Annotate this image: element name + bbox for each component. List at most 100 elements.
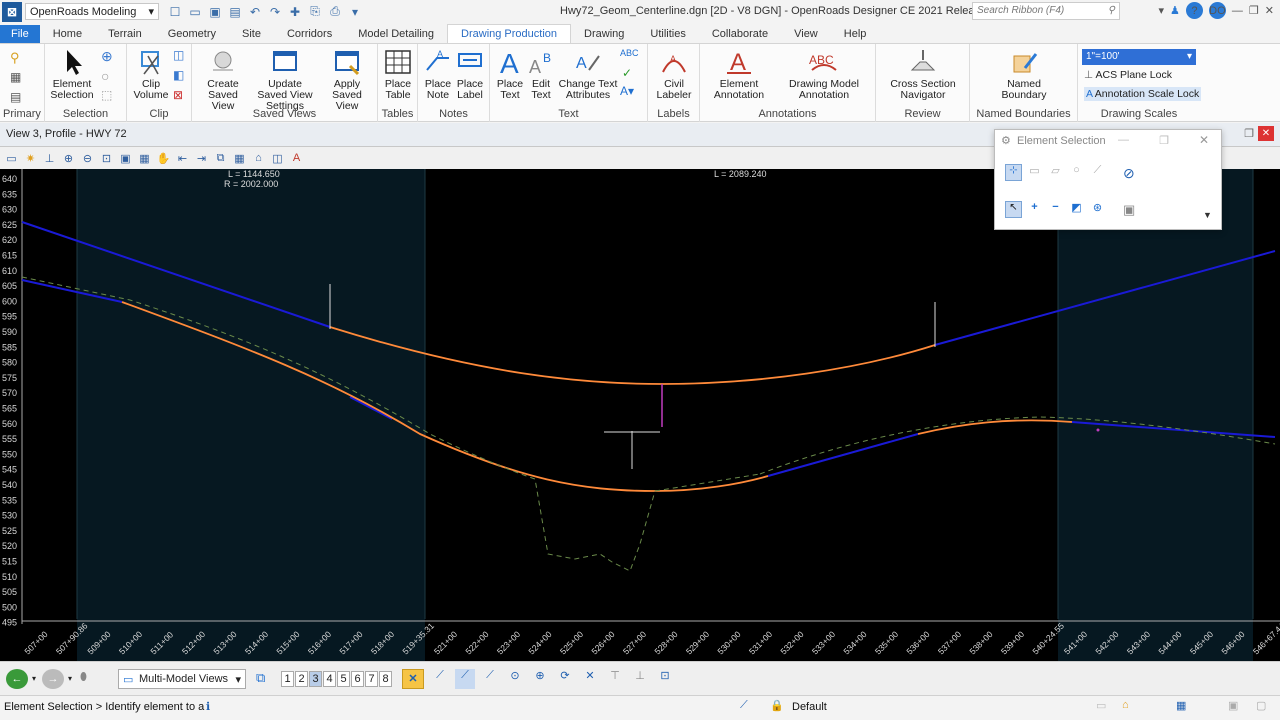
zoom-out-icon[interactable]: ⊖ — [79, 150, 96, 167]
customize-qat-icon[interactable]: ▾ — [347, 4, 363, 20]
view-attributes-icon[interactable]: ▭ — [3, 150, 20, 167]
annotation-scale-lock-toggle[interactable]: A Annotation Scale Lock — [1084, 87, 1202, 101]
close-icon[interactable]: ✕ — [1265, 4, 1274, 17]
zoom-in-icon[interactable]: ⊕ — [60, 150, 77, 167]
text-style-view-icon[interactable]: A — [288, 150, 305, 167]
next-view-icon[interactable]: ⇥ — [193, 150, 210, 167]
minimize-icon[interactable]: — — [1118, 134, 1129, 146]
explorer-icon[interactable]: ⚲ — [10, 50, 20, 66]
view-button-3[interactable]: 3 — [309, 671, 322, 687]
message-center-icon[interactable]: ℹ — [206, 700, 210, 713]
spell-check-icon[interactable]: ABC — [620, 48, 639, 58]
workspace-dropdown[interactable]: OpenRoads Modeling ▾ — [25, 3, 159, 20]
update-saved-view-button[interactable]: Update Saved View Settings — [252, 48, 318, 112]
perpendicular-snap-icon[interactable]: ⊥ — [630, 669, 650, 689]
drawing-scale-select[interactable]: 1"=100' ▾ — [1082, 49, 1196, 65]
print-icon[interactable]: ⎙ — [327, 4, 343, 20]
tab-help[interactable]: Help — [831, 25, 880, 43]
create-saved-view-button[interactable]: Create Saved View — [196, 48, 250, 112]
chevron-down-icon[interactable]: ▾ — [68, 674, 72, 683]
view-button-6[interactable]: 6 — [351, 671, 364, 687]
view-restore-icon[interactable]: ❐ — [1244, 127, 1254, 140]
options-icon[interactable]: ▣ — [1123, 202, 1135, 218]
tab-utilities[interactable]: Utilities — [637, 25, 698, 43]
select-all-icon[interactable]: ⊕ — [101, 48, 113, 65]
clear-selection-icon[interactable]: ⊘ — [1123, 165, 1135, 182]
rotate-view-icon[interactable]: ▦ — [136, 150, 153, 167]
view-button-7[interactable]: 7 — [365, 671, 378, 687]
ribbon-search-input[interactable]: Search Ribbon (F4) ⚲ — [972, 2, 1120, 20]
lock-icon[interactable]: 🔒 — [770, 699, 784, 712]
text-style-icon[interactable]: A▾ — [620, 84, 634, 98]
line-method-icon[interactable]: ⟋ — [1089, 164, 1106, 181]
view-close-icon[interactable]: ✕ — [1258, 126, 1274, 141]
notifications-icon[interactable]: ♟ — [1170, 4, 1180, 17]
active-level[interactable]: Default — [792, 701, 827, 713]
element-selection-button[interactable]: Element Selection — [49, 48, 95, 101]
change-text-attributes-button[interactable]: A Change Text Attributes — [558, 48, 618, 101]
save-status-icon[interactable]: ▣ — [1228, 699, 1238, 712]
open-folder-icon[interactable]: ▭ — [187, 4, 203, 20]
view-button-2[interactable]: 2 — [295, 671, 308, 687]
named-boundary-button[interactable]: Named Boundary — [984, 48, 1064, 101]
redo-icon[interactable]: ↷ — [267, 4, 283, 20]
design-file-icon[interactable]: ▦ — [1176, 699, 1186, 712]
edit-text-button[interactable]: AB Edit Text — [526, 48, 556, 101]
tab-drawing-production[interactable]: Drawing Production — [447, 24, 572, 43]
add-mode-icon[interactable]: + — [1026, 201, 1043, 218]
fence-icon[interactable]: ▭ — [1096, 699, 1106, 712]
undo-icon[interactable]: ↶ — [247, 4, 263, 20]
nearest-snap-icon[interactable]: ⟋ — [455, 669, 475, 689]
block-method-icon[interactable]: ▭ — [1026, 164, 1043, 181]
view-button-4[interactable]: 4 — [323, 671, 336, 687]
properties-icon[interactable]: ▤ — [10, 90, 21, 104]
attributes-icon[interactable]: ▦ — [10, 70, 21, 84]
cross-section-navigator-button[interactable]: Cross Section Navigator — [880, 48, 966, 101]
compress-icon[interactable]: ✚ — [287, 4, 303, 20]
restore-icon[interactable]: ❐ — [1159, 134, 1169, 147]
element-selection-dialog[interactable]: ⚙ Element Selection — ❐ ✕ ⊹ ▭ ▱ ○ ⟋ ⊘ ↖ … — [994, 129, 1222, 230]
tab-geometry[interactable]: Geometry — [155, 25, 229, 43]
new-mode-icon[interactable]: ↖ — [1005, 201, 1022, 218]
forward-icon[interactable]: → — [42, 669, 64, 689]
attach-icon[interactable]: ⎘ — [307, 4, 323, 20]
update-view-icon[interactable]: ⊥ — [41, 150, 58, 167]
minimize-icon[interactable]: — — [1232, 5, 1243, 17]
tab-model-detailing[interactable]: Model Detailing — [345, 25, 447, 43]
close-icon[interactable]: ✕ — [1199, 133, 1209, 147]
view-groups-icon[interactable]: ⧉ — [256, 670, 265, 686]
view-button-1[interactable]: 1 — [281, 671, 294, 687]
previous-view-icon[interactable]: ⇤ — [174, 150, 191, 167]
copy-view-icon[interactable]: ⧉ — [212, 150, 229, 167]
view-section-icon[interactable]: ◫ — [269, 150, 286, 167]
view-plane-icon[interactable]: ⌂ — [250, 150, 267, 167]
tangent-snap-icon[interactable]: ⊤ — [605, 669, 625, 689]
pan-view-icon[interactable]: ✋ — [155, 150, 172, 167]
tab-terrain[interactable]: Terrain — [95, 25, 155, 43]
display-style-icon[interactable]: ✷ — [22, 150, 39, 167]
apply-saved-view-button[interactable]: Apply Saved View — [320, 48, 374, 112]
bisector-snap-icon[interactable]: ⟳ — [555, 669, 575, 689]
save-settings-icon[interactable]: ▤ — [227, 4, 243, 20]
origin-snap-icon[interactable]: ⊕ — [530, 669, 550, 689]
circle-method-icon[interactable]: ○ — [1068, 164, 1085, 181]
expand-icon[interactable]: ▼ — [1203, 210, 1212, 220]
select-all-mode-icon[interactable]: ⊛ — [1089, 201, 1106, 218]
restore-icon[interactable]: ❐ — [1249, 4, 1259, 17]
clip-front-icon[interactable]: ◫ — [173, 48, 184, 62]
tab-collaborate[interactable]: Collaborate — [699, 25, 781, 43]
check-icon[interactable]: ✓ — [622, 66, 632, 80]
accudraw-icon[interactable]: ⟋ — [740, 699, 748, 712]
tab-view[interactable]: View — [781, 25, 831, 43]
element-annotation-button[interactable]: A Element Annotation — [704, 48, 774, 101]
chevron-down-icon[interactable]: ▾ — [32, 674, 36, 683]
snap-off-icon[interactable]: ✕ — [402, 669, 424, 689]
civil-labeler-button[interactable]: A Civil Labeler — [652, 48, 696, 101]
multi-model-views-select[interactable]: ▭ Multi-Model Views ▾ — [118, 669, 246, 689]
intersection-snap-icon[interactable]: ✕ — [580, 669, 600, 689]
place-label-button[interactable]: Place Label — [454, 48, 486, 101]
keypoint-snap-icon[interactable]: ⟋ — [430, 669, 450, 689]
tab-drawing[interactable]: Drawing — [571, 25, 637, 43]
settings-status-icon[interactable]: ▢ — [1256, 699, 1266, 712]
tab-file[interactable]: File — [0, 25, 40, 43]
